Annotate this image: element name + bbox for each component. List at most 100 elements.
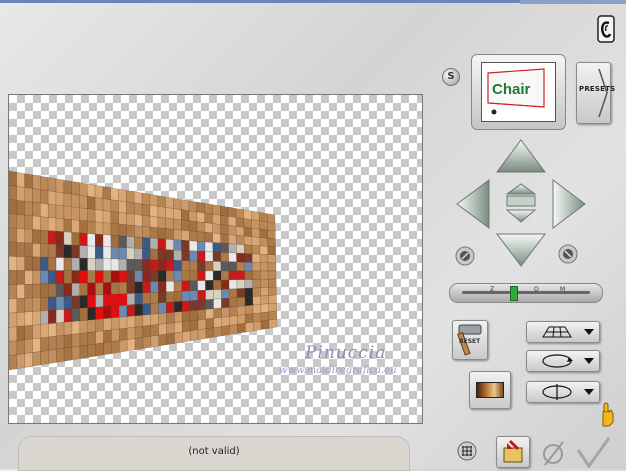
texture-swatch-button[interactable] bbox=[469, 371, 511, 409]
mosaic-tile bbox=[24, 214, 33, 230]
mosaic-tile bbox=[16, 284, 25, 299]
mosaic-tile bbox=[149, 194, 158, 207]
mosaic-tile bbox=[213, 326, 223, 338]
mosaic-tile bbox=[63, 192, 72, 208]
mosaic-tile bbox=[243, 218, 253, 229]
rotation-mode-dropdown[interactable] bbox=[526, 350, 600, 372]
mosaic-tile bbox=[102, 198, 112, 212]
mosaic-tile bbox=[118, 235, 127, 249]
mosaic-tile bbox=[103, 305, 112, 320]
mosaic-tile bbox=[24, 256, 33, 271]
grid-icon[interactable] bbox=[457, 441, 477, 461]
mosaic-tile bbox=[236, 261, 245, 272]
mosaic-tile bbox=[227, 216, 237, 227]
mosaic-tile bbox=[126, 281, 136, 294]
mosaic-tile bbox=[142, 325, 152, 338]
preview-canvas[interactable]: Pinuccia www.maidiregrafica.eu bbox=[8, 94, 423, 424]
mosaic-tile bbox=[71, 219, 80, 234]
mosaic-tile bbox=[47, 230, 57, 245]
mosaic-tile bbox=[71, 257, 80, 271]
mosaic-tile bbox=[87, 258, 96, 271]
mosaic-tile bbox=[79, 194, 88, 209]
zoom-scale bbox=[462, 291, 590, 294]
mosaic-tile bbox=[118, 316, 128, 330]
mosaic-tile bbox=[48, 309, 57, 325]
mosaic-tile bbox=[63, 231, 73, 246]
mosaic-tile bbox=[204, 260, 214, 272]
mosaic-tile bbox=[134, 281, 143, 294]
mosaic-tile bbox=[63, 179, 72, 195]
zoom-thumb[interactable] bbox=[510, 286, 519, 301]
mosaic-tile bbox=[188, 210, 198, 222]
open-button[interactable] bbox=[496, 436, 530, 468]
mosaic-tile bbox=[32, 201, 41, 217]
mosaic-tile bbox=[87, 208, 96, 223]
arrow-up-icon[interactable] bbox=[496, 139, 546, 173]
mosaic-tile bbox=[63, 295, 73, 310]
mosaic-tile bbox=[158, 291, 167, 304]
mosaic-tile bbox=[180, 209, 190, 222]
mosaic-tile bbox=[221, 288, 230, 299]
mosaic-tile bbox=[142, 314, 151, 327]
cancel-icon[interactable] bbox=[541, 439, 567, 467]
mosaic-tile bbox=[110, 282, 120, 295]
mosaic-tile bbox=[63, 257, 73, 271]
mosaic-tile bbox=[110, 223, 120, 236]
mosaic-tile bbox=[95, 270, 104, 284]
mosaic-tile bbox=[141, 192, 151, 206]
texture-swatch bbox=[476, 382, 504, 398]
mosaic-tile bbox=[110, 234, 120, 248]
help-hand-icon[interactable] bbox=[597, 402, 615, 428]
mosaic-tile bbox=[166, 301, 175, 314]
mosaic-tile bbox=[9, 284, 18, 300]
mosaic-tile bbox=[150, 270, 159, 282]
mosaic-tile bbox=[181, 320, 191, 333]
mosaic-tile bbox=[259, 220, 268, 231]
mosaic-tile bbox=[118, 212, 127, 226]
rotate-left-icon[interactable] bbox=[455, 246, 475, 266]
watermark-name: Pinuccia bbox=[305, 343, 387, 363]
zoom-slider[interactable]: Z O M bbox=[449, 283, 603, 303]
mosaic-tile bbox=[95, 282, 104, 296]
mosaic-tile bbox=[63, 218, 72, 233]
mosaic-tile bbox=[87, 331, 96, 346]
mosaic-tile bbox=[197, 299, 206, 311]
reset-button[interactable]: RESET bbox=[452, 320, 488, 360]
arrow-down-icon[interactable] bbox=[496, 233, 546, 267]
presets-button[interactable]: PRESETS bbox=[576, 62, 615, 124]
mosaic-tile bbox=[244, 287, 254, 298]
checkmark-icon[interactable] bbox=[575, 436, 611, 468]
mosaic-tile bbox=[165, 228, 174, 240]
rotate-right-icon[interactable] bbox=[558, 244, 578, 264]
mosaic-tile bbox=[24, 242, 33, 258]
s-button[interactable]: S bbox=[442, 68, 460, 86]
mosaic-tile bbox=[158, 333, 167, 347]
axis-rotation-icon bbox=[542, 384, 572, 400]
mosaic-tile bbox=[48, 296, 57, 311]
mosaic-tile bbox=[173, 218, 182, 231]
axis-mode-dropdown[interactable] bbox=[526, 381, 600, 403]
mosaic-tile bbox=[47, 243, 57, 258]
mosaic-tile bbox=[173, 197, 182, 210]
mosaic-tile bbox=[40, 243, 49, 258]
mosaic-tile bbox=[118, 270, 128, 283]
grid-mode-dropdown[interactable] bbox=[526, 321, 600, 343]
mosaic-tile bbox=[221, 316, 230, 327]
mosaic-tile bbox=[40, 310, 49, 325]
mosaic-tile bbox=[229, 306, 238, 317]
mosaic-tile bbox=[141, 203, 151, 217]
arrow-left-icon[interactable] bbox=[456, 179, 490, 229]
mosaic-tile bbox=[24, 283, 33, 299]
mosaic-tile bbox=[212, 232, 221, 244]
center-diamond-icon[interactable] bbox=[505, 183, 537, 223]
mosaic-tile bbox=[260, 287, 269, 297]
mosaic-tile bbox=[244, 270, 253, 280]
mosaic-tile bbox=[268, 302, 277, 313]
mosaic-tile bbox=[252, 312, 262, 323]
mosaic-tile bbox=[267, 246, 276, 256]
preset-thumbnail[interactable]: Chair bbox=[481, 62, 556, 122]
chevron-down-icon bbox=[584, 329, 594, 335]
arrow-right-icon[interactable] bbox=[552, 179, 586, 229]
mosaic-tile bbox=[111, 340, 120, 354]
mosaic-tile bbox=[236, 288, 246, 298]
